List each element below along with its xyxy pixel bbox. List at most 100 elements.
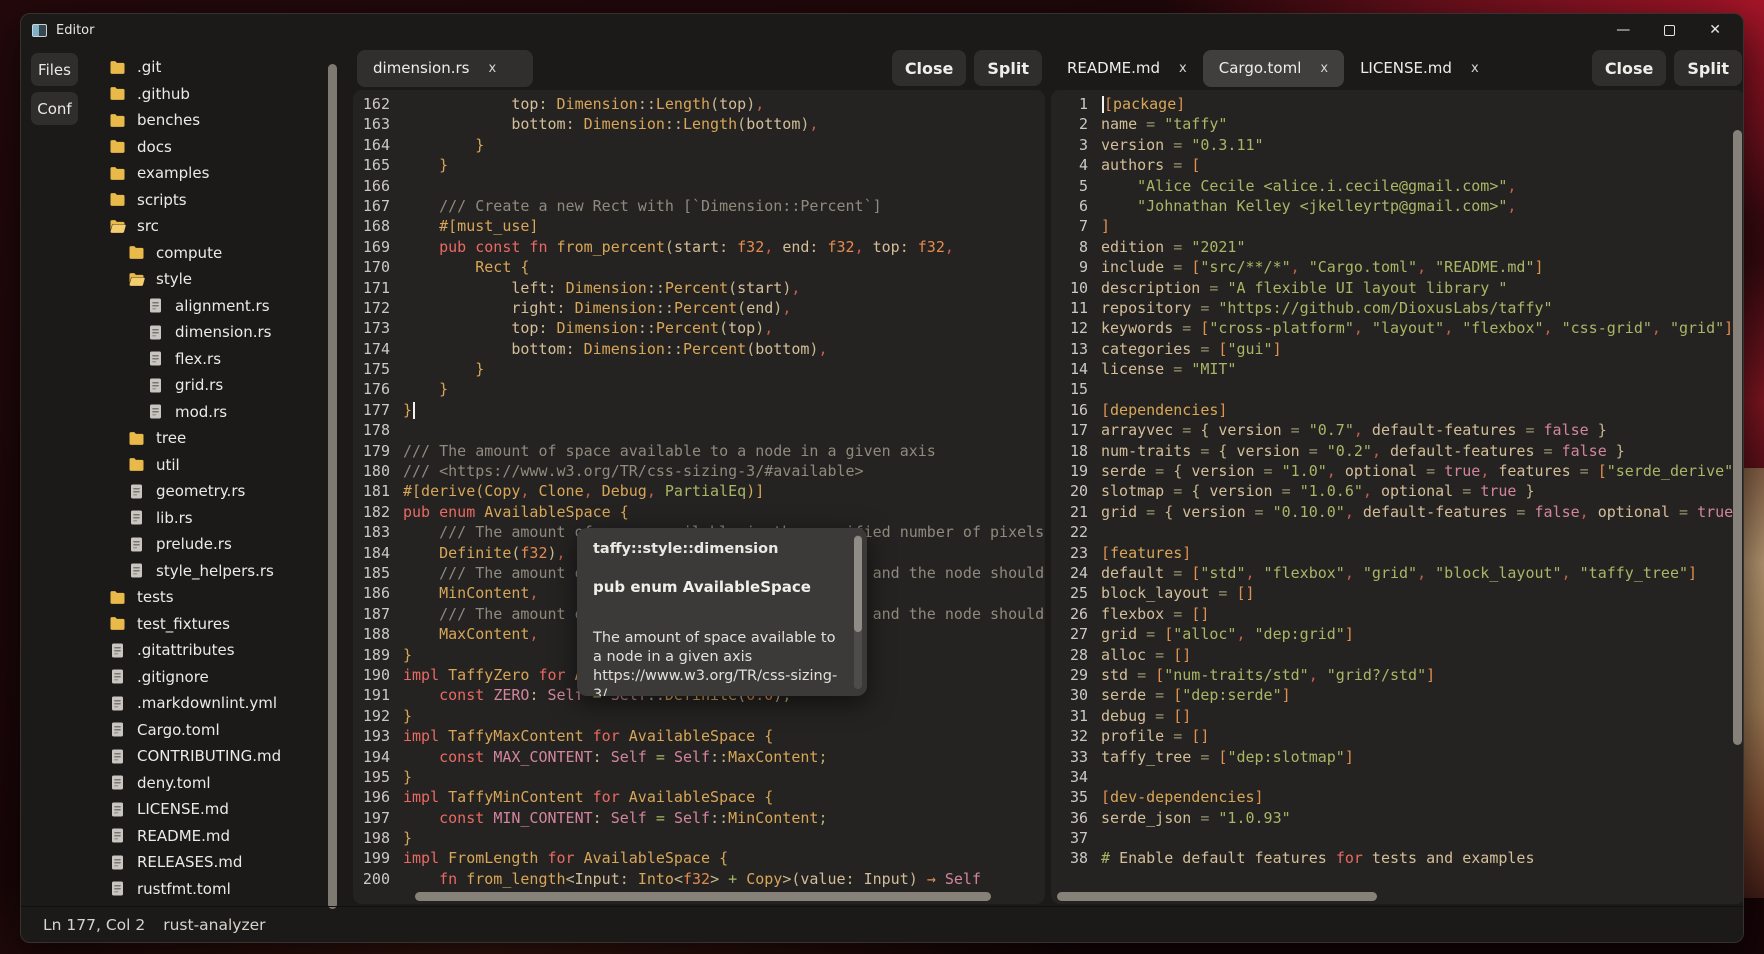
code-line[interactable]: 172 right: Dimension::Percent(end), <box>353 298 1045 318</box>
code-line[interactable]: 177} <box>353 400 1045 420</box>
tree-item-scripts[interactable]: scripts <box>91 187 327 214</box>
tree-item-util[interactable]: util <box>91 452 327 479</box>
code-line[interactable]: 194 const MAX_CONTENT: Self = Self::MaxC… <box>353 747 1045 767</box>
tree-item-docs[interactable]: docs <box>91 134 327 161</box>
code-line[interactable]: 165 } <box>353 155 1045 175</box>
tree-item-test-fixtures[interactable]: test_fixtures <box>91 611 327 638</box>
code-line[interactable]: 195} <box>353 767 1045 787</box>
code-line[interactable]: 166 <box>353 176 1045 196</box>
right-close-button[interactable]: Close <box>1592 50 1667 86</box>
tree-item-prelude-rs[interactable]: prelude.rs <box>91 531 327 558</box>
code-line[interactable]: 36serde_json = "1.0.93" <box>1051 808 1744 828</box>
code-line[interactable]: 197 const MIN_CONTENT: Self = Self::MinC… <box>353 808 1045 828</box>
code-line[interactable]: 7] <box>1051 216 1744 236</box>
tree-item-license-md[interactable]: LICENSE.md <box>91 796 327 823</box>
tree-item-tests[interactable]: tests <box>91 584 327 611</box>
code-line[interactable]: 1[package] <box>1051 94 1744 114</box>
code-line[interactable]: 24default = ["std", "flexbox", "grid", "… <box>1051 563 1744 583</box>
code-line[interactable]: 16[dependencies] <box>1051 400 1744 420</box>
right-horizontal-scrollbar[interactable] <box>1057 892 1377 901</box>
tree-item-releases-md[interactable]: RELEASES.md <box>91 849 327 876</box>
code-line[interactable]: 34 <box>1051 767 1744 787</box>
tree-item-flex-rs[interactable]: flex.rs <box>91 346 327 373</box>
tree-item-dimension-rs[interactable]: dimension.rs <box>91 319 327 346</box>
code-line[interactable]: 21grid = { version = "0.10.0", default-f… <box>1051 502 1744 522</box>
code-line[interactable]: 198} <box>353 828 1045 848</box>
code-line[interactable]: 25block_layout = [] <box>1051 583 1744 603</box>
tree-item--gitignore[interactable]: .gitignore <box>91 664 327 691</box>
code-line[interactable]: 175 } <box>353 359 1045 379</box>
tab-license-md[interactable]: LICENSE.mdx <box>1344 50 1495 87</box>
code-line[interactable]: 30serde = ["dep:serde"] <box>1051 685 1744 705</box>
file-tree[interactable]: .git.githubbenchesdocsexamplesscriptssrc… <box>91 54 327 906</box>
conf-rail-button[interactable]: Conf <box>31 92 78 125</box>
tree-item-geometry-rs[interactable]: geometry.rs <box>91 478 327 505</box>
code-line[interactable]: 32profile = [] <box>1051 726 1744 746</box>
tree-item-style-helpers-rs[interactable]: style_helpers.rs <box>91 558 327 585</box>
mid-code-area[interactable]: 162 top: Dimension::Length(top),163 bott… <box>353 90 1045 904</box>
maximize-button[interactable] <box>1664 25 1675 36</box>
titlebar[interactable]: Editor — ✕ <box>21 14 1743 46</box>
tree-item-grid-rs[interactable]: grid.rs <box>91 372 327 399</box>
code-line[interactable]: 8edition = "2021" <box>1051 237 1744 257</box>
code-line[interactable]: 182pub enum AvailableSpace { <box>353 502 1045 522</box>
code-line[interactable]: 192} <box>353 706 1045 726</box>
code-line[interactable]: 13categories = ["gui"] <box>1051 339 1744 359</box>
code-line[interactable]: 28alloc = [] <box>1051 645 1744 665</box>
tooltip-link[interactable]: https://www.w3.org/TR/css-sizing-3/ <box>593 667 841 696</box>
code-line[interactable]: 26flexbox = [] <box>1051 604 1744 624</box>
code-line[interactable]: 6 "Johnathan Kelley <jkelleyrtp@gmail.co… <box>1051 196 1744 216</box>
code-line[interactable]: 27grid = ["alloc", "dep:grid"] <box>1051 624 1744 644</box>
code-line[interactable]: 179/// The amount of space available to … <box>353 441 1045 461</box>
tree-item-examples[interactable]: examples <box>91 160 327 187</box>
tree-item--github[interactable]: .github <box>91 81 327 108</box>
tree-item-compute[interactable]: compute <box>91 240 327 267</box>
code-line[interactable]: 199impl FromLength for AvailableSpace { <box>353 848 1045 868</box>
code-line[interactable]: 170 Rect { <box>353 257 1045 277</box>
code-line[interactable]: 180/// <https://www.w3.org/TR/css-sizing… <box>353 461 1045 481</box>
tree-item--gitattributes[interactable]: .gitattributes <box>91 637 327 664</box>
tree-item-mod-rs[interactable]: mod.rs <box>91 399 327 426</box>
code-line[interactable]: 173 top: Dimension::Percent(top), <box>353 318 1045 338</box>
mid-split-button[interactable]: Split <box>974 50 1042 86</box>
code-line[interactable]: 19serde = { version = "1.0", optional = … <box>1051 461 1744 481</box>
code-line[interactable]: 12keywords = ["cross-platform", "layout"… <box>1051 318 1744 338</box>
right-vertical-scrollbar[interactable] <box>1733 130 1742 745</box>
mid-close-button[interactable]: Close <box>892 50 967 86</box>
tab-dimension-rs[interactable]: dimension.rs x <box>357 50 533 87</box>
code-line[interactable]: 178 <box>353 420 1045 440</box>
tree-item-alignment-rs[interactable]: alignment.rs <box>91 293 327 320</box>
code-line[interactable]: 23[features] <box>1051 543 1744 563</box>
tab-close-icon[interactable]: x <box>1320 61 1328 76</box>
tree-item-benches[interactable]: benches <box>91 107 327 134</box>
tooltip-scrollbar-thumb[interactable] <box>854 536 862 632</box>
tree-item-readme-md[interactable]: README.md <box>91 823 327 850</box>
code-line[interactable]: 29std = ["num-traits/std", "grid?/std"] <box>1051 665 1744 685</box>
code-line[interactable]: 196impl TaffyMinContent for AvailableSpa… <box>353 787 1045 807</box>
code-line[interactable]: 15 <box>1051 379 1744 399</box>
code-line[interactable]: 176 } <box>353 379 1045 399</box>
code-line[interactable]: 2name = "taffy" <box>1051 114 1744 134</box>
tab-close-icon[interactable]: x <box>488 61 496 76</box>
tree-item--markdownlint-yml[interactable]: .markdownlint.yml <box>91 690 327 717</box>
file-tree-scrollbar[interactable] <box>328 64 337 909</box>
tree-item-style[interactable]: style <box>91 266 327 293</box>
code-line[interactable]: 22 <box>1051 522 1744 542</box>
tree-item-cargo-toml[interactable]: Cargo.toml <box>91 717 327 744</box>
code-line[interactable]: 14license = "MIT" <box>1051 359 1744 379</box>
mid-horizontal-scrollbar[interactable] <box>415 892 991 901</box>
code-line[interactable]: 38# Enable default features for tests an… <box>1051 848 1744 868</box>
code-line[interactable]: 167 /// Create a new Rect with [`Dimensi… <box>353 196 1045 216</box>
files-rail-button[interactable]: Files <box>31 53 78 86</box>
code-line[interactable]: 37 <box>1051 828 1744 848</box>
code-line[interactable]: 5 "Alice Cecile <alice.i.cecile@gmail.co… <box>1051 176 1744 196</box>
code-line[interactable]: 18num-traits = { version = "0.2", defaul… <box>1051 441 1744 461</box>
minimize-button[interactable]: — <box>1616 23 1630 37</box>
tree-item-rustfmt-toml[interactable]: rustfmt.toml <box>91 876 327 903</box>
code-line[interactable]: 164 } <box>353 135 1045 155</box>
code-line[interactable]: 171 left: Dimension::Percent(start), <box>353 278 1045 298</box>
code-line[interactable]: 11repository = "https://github.com/Dioxu… <box>1051 298 1744 318</box>
code-line[interactable]: 181#[derive(Copy, Clone, Debug, PartialE… <box>353 481 1045 501</box>
code-line[interactable]: 193impl TaffyMaxContent for AvailableSpa… <box>353 726 1045 746</box>
code-line[interactable]: 10description = "A flexible UI layout li… <box>1051 278 1744 298</box>
